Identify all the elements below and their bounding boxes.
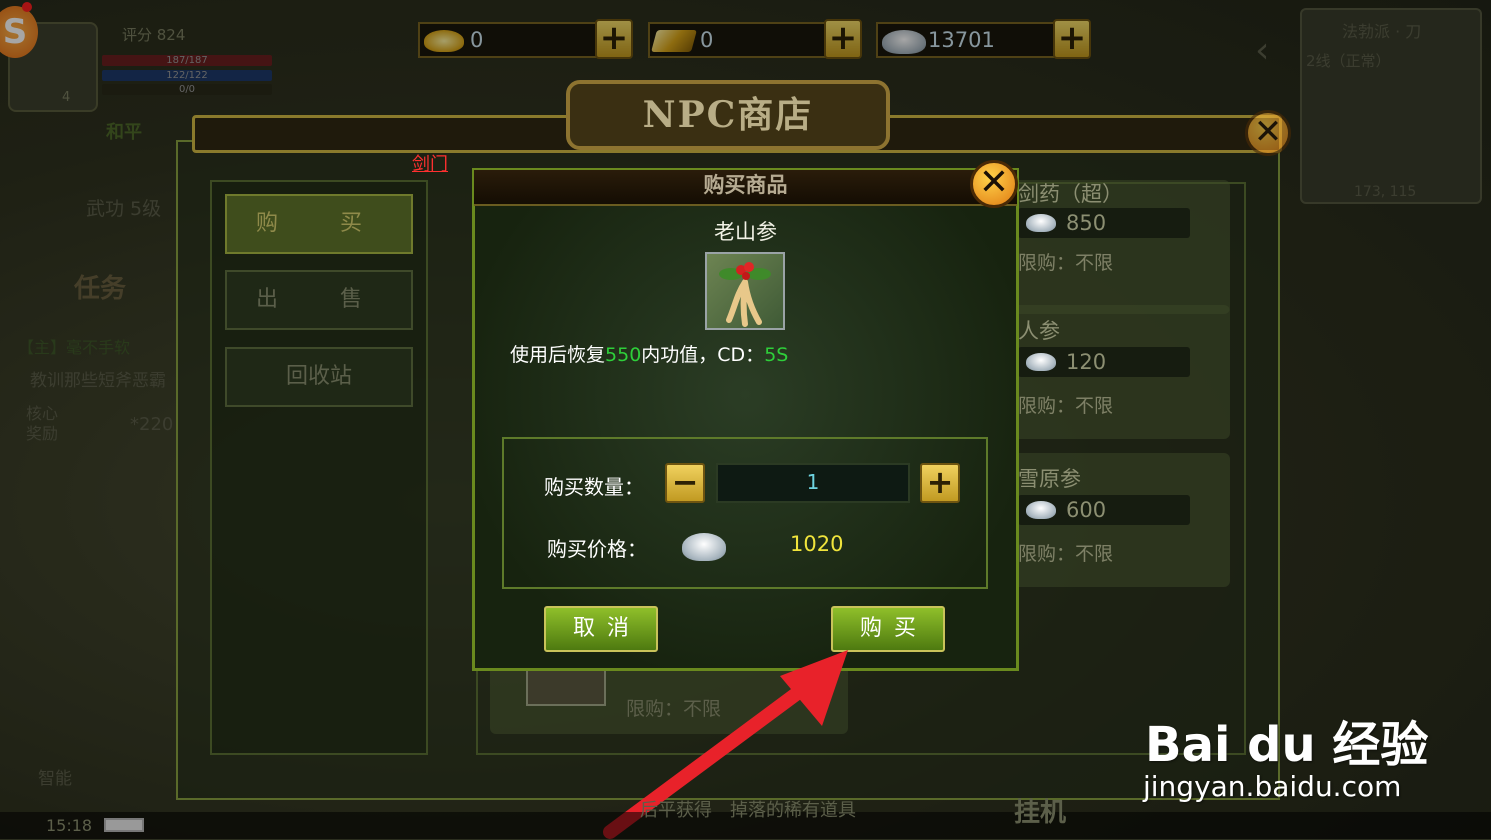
chat-message[interactable]: 后平获得 掉落的稀有道具 xyxy=(640,796,856,822)
price-value: 1020 xyxy=(790,532,844,556)
dialog-title: 购买商品 xyxy=(474,170,1017,206)
purchase-options-box xyxy=(502,437,988,589)
tab-sell[interactable]: 出 售 xyxy=(225,270,413,330)
item-name: 老山参 xyxy=(714,220,777,244)
shop-close-button[interactable]: ✕ xyxy=(1245,110,1291,156)
silver-icon xyxy=(682,533,726,561)
price-label: 购买价格： xyxy=(547,537,647,561)
baidu-watermark-url: jingyan.baidu.com xyxy=(1143,770,1402,803)
desc-prefix: 使用后恢复 xyxy=(510,344,606,366)
shop-item-price-box: 850 xyxy=(1018,208,1190,238)
quantity-input[interactable]: 1 xyxy=(716,463,910,503)
shop-item-price: 850 xyxy=(1066,211,1107,235)
shop-item-name: 雪原参 xyxy=(1018,467,1081,491)
clock: 15:18 xyxy=(46,816,93,835)
desc-value: 550 xyxy=(605,344,642,366)
shop-item-limit: 限购：不限 xyxy=(1018,395,1114,417)
baidu-watermark-logo: Bai du 经验 xyxy=(1145,717,1429,773)
desc-cd: 5S xyxy=(764,344,789,366)
shop-tab-panel xyxy=(210,180,428,755)
hangup-button[interactable]: 挂机 xyxy=(1014,792,1066,829)
ginseng-icon xyxy=(705,252,785,330)
shop-title: NPC商店 xyxy=(566,80,890,150)
shop-item-card[interactable]: 人参 120 限购：不限 xyxy=(1010,305,1230,439)
shop-item-card[interactable]: 雪原参 600 限购：不限 xyxy=(1010,453,1230,587)
shop-item-price: 120 xyxy=(1066,350,1107,374)
silver-icon xyxy=(1026,501,1056,519)
shop-item-card[interactable]: 剑药（超） 850 限购：不限 xyxy=(1010,180,1230,314)
shop-item-name: 人参 xyxy=(1018,319,1060,343)
ginseng-graphic xyxy=(719,262,771,327)
increase-quantity-button[interactable]: + xyxy=(920,463,960,503)
quantity-label: 购买数量： xyxy=(544,475,644,499)
silver-icon xyxy=(1026,214,1056,232)
shop-item-limit: 限购：不限 xyxy=(1018,252,1114,274)
desc-middle: 内功值，CD： xyxy=(641,344,765,366)
shop-item-price-box: 600 xyxy=(1018,495,1190,525)
tab-recycle[interactable]: 回收站 xyxy=(225,347,413,407)
shop-location-tag: 剑门 xyxy=(412,154,448,175)
shop-item-limit: 限购：不限 xyxy=(1018,543,1114,565)
tab-buy[interactable]: 购 买 xyxy=(225,194,413,254)
shop-item-price-box: 120 xyxy=(1018,347,1190,377)
silver-icon xyxy=(1026,353,1056,371)
battery-icon xyxy=(104,818,144,832)
item-description: 使用后恢复550内功值，CD：5S xyxy=(510,340,788,367)
shop-item-price: 600 xyxy=(1066,498,1107,522)
decrease-quantity-button[interactable]: − xyxy=(665,463,705,503)
dialog-close-button[interactable]: ✕ xyxy=(970,160,1018,208)
shop-item-name: 剑药（超） xyxy=(1018,182,1123,206)
